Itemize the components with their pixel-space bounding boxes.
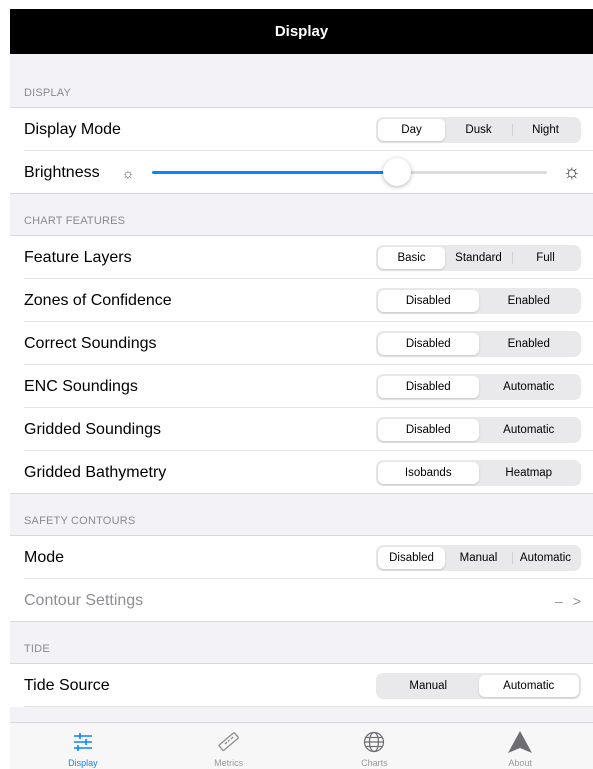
navbar-title: Display	[274, 23, 329, 40]
tab-charts[interactable]: Charts	[302, 723, 448, 769]
tab-label: Display	[68, 758, 98, 768]
feature-layers-segmented-control: Basic Standard Full	[376, 244, 581, 271]
segment-manual[interactable]: Manual	[378, 675, 479, 697]
segment-automatic[interactable]: Automatic	[512, 547, 579, 569]
zones-of-confidence-label: Zones of Confidence	[24, 291, 172, 309]
segment-enabled[interactable]: Enabled	[479, 333, 580, 355]
section-header-tide: TIDE	[10, 622, 593, 664]
tab-about[interactable]: About	[447, 723, 593, 769]
sun-small-icon: ☼	[121, 164, 135, 181]
segment-day[interactable]: Day	[378, 118, 445, 141]
tab-label: About	[508, 758, 532, 768]
navigation-bar: Display	[10, 9, 593, 54]
segment-night[interactable]: Night	[512, 119, 579, 141]
section-header-chart-features: CHART FEATURES	[10, 194, 593, 236]
correct-soundings-segmented-control: Disabled Enabled	[376, 330, 581, 357]
tide-source-segmented-control: Manual Automatic	[376, 672, 581, 699]
segment-manual[interactable]: Manual	[445, 547, 512, 569]
segment-disabled[interactable]: Disabled	[378, 289, 479, 312]
segment-automatic[interactable]: Automatic	[478, 674, 579, 697]
row-gridded-bathymetry: Gridded Bathymetry Isobands Heatmap	[10, 451, 593, 494]
row-enc-soundings: ENC Soundings Disabled Automatic	[10, 365, 593, 408]
row-mode: Mode Disabled Manual Automatic	[10, 536, 593, 579]
segment-disabled[interactable]: Disabled	[378, 546, 445, 569]
gridded-soundings-label: Gridded Soundings	[24, 420, 161, 438]
tab-label: Charts	[361, 758, 388, 768]
row-gridded-soundings: Gridded Soundings Disabled Automatic	[10, 408, 593, 451]
segment-standard[interactable]: Standard	[445, 247, 512, 269]
tab-label: Metrics	[214, 758, 244, 768]
enc-soundings-label: ENC Soundings	[24, 377, 138, 395]
chevron-right-icon: >	[572, 592, 581, 609]
gridded-bathymetry-segmented-control: Isobands Heatmap	[376, 459, 581, 486]
mode-label: Mode	[24, 548, 65, 566]
arrow-icon	[507, 730, 533, 759]
sun-large-icon: ☼	[562, 161, 581, 183]
row-tide-source: Tide Source Manual Automatic	[10, 664, 593, 707]
sliders-icon	[71, 730, 95, 759]
segment-heatmap[interactable]: Heatmap	[479, 462, 580, 484]
tide-source-label: Tide Source	[24, 676, 110, 694]
display-mode-label: Display Mode	[24, 120, 121, 138]
brightness-slider[interactable]: ☼ ☼	[121, 158, 581, 186]
row-zones-of-confidence: Zones of Confidence Disabled Enabled	[10, 279, 593, 322]
segment-basic[interactable]: Basic	[378, 246, 445, 269]
segment-automatic[interactable]: Automatic	[479, 419, 580, 441]
tab-metrics[interactable]: Metrics	[156, 723, 302, 769]
correct-soundings-label: Correct Soundings	[24, 334, 157, 352]
contour-settings-value: –	[555, 592, 563, 609]
app-frame: Display DISPLAY Display Mode Day Dusk Ni…	[10, 9, 593, 769]
contour-settings-label: Contour Settings	[24, 591, 144, 609]
row-feature-layers: Feature Layers Basic Standard Full	[10, 236, 593, 279]
segment-disabled[interactable]: Disabled	[378, 375, 479, 398]
row-contour-settings[interactable]: Contour Settings – >	[10, 579, 593, 622]
feature-layers-label: Feature Layers	[24, 248, 132, 266]
segment-isobands[interactable]: Isobands	[378, 461, 479, 484]
slider-thumb[interactable]	[382, 158, 411, 186]
slider-track[interactable]	[151, 158, 547, 186]
row-display-mode: Display Mode Day Dusk Night	[10, 108, 593, 151]
segment-disabled[interactable]: Disabled	[378, 418, 479, 441]
ruler-icon	[217, 730, 241, 759]
segment-enabled[interactable]: Enabled	[479, 290, 580, 312]
segment-full[interactable]: Full	[512, 247, 579, 269]
row-brightness: Brightness ☼ ☼	[10, 151, 593, 194]
brightness-label: Brightness	[24, 163, 100, 181]
globe-icon	[362, 730, 386, 759]
segment-disabled[interactable]: Disabled	[378, 332, 479, 355]
mode-segmented-control: Disabled Manual Automatic	[376, 544, 581, 571]
gridded-bathymetry-label: Gridded Bathymetry	[24, 463, 167, 481]
slider-fill	[151, 171, 397, 174]
section-header-safety-contours: SAFETY CONTOURS	[10, 494, 593, 536]
row-correct-soundings: Correct Soundings Disabled Enabled	[10, 322, 593, 365]
tab-display[interactable]: Display	[10, 723, 156, 769]
segment-dusk[interactable]: Dusk	[445, 119, 512, 141]
display-mode-segmented-control: Day Dusk Night	[376, 116, 581, 143]
contour-settings-value-group: – >	[555, 593, 581, 609]
tab-bar: Display Metrics Charts About	[10, 722, 593, 769]
segment-automatic[interactable]: Automatic	[479, 376, 580, 398]
section-header-display: DISPLAY	[10, 54, 593, 108]
zones-of-confidence-segmented-control: Disabled Enabled	[376, 287, 581, 314]
gridded-soundings-segmented-control: Disabled Automatic	[376, 416, 581, 443]
enc-soundings-segmented-control: Disabled Automatic	[376, 373, 581, 400]
